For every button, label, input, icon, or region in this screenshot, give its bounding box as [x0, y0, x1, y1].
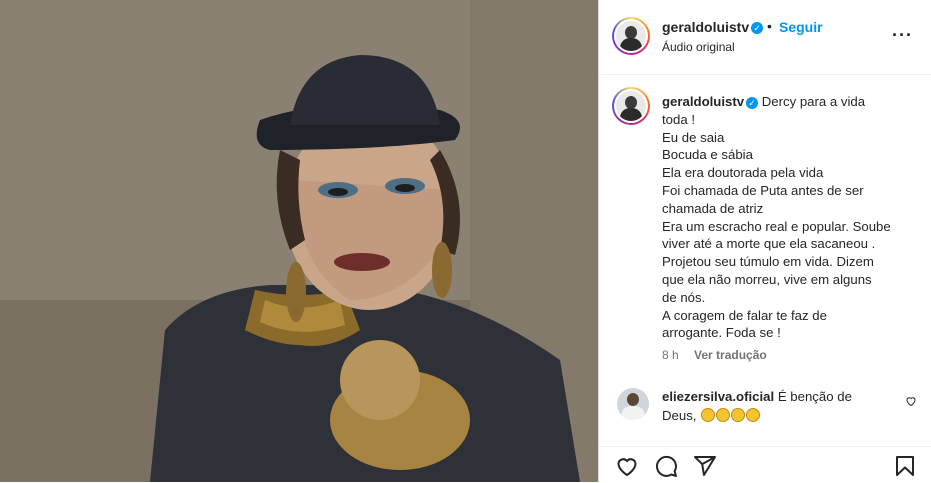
separator-dot: • — [767, 18, 772, 34]
caption-line: Projetou seu túmulo em vida. Dizem — [662, 254, 874, 270]
comment-text: É benção de — [777, 389, 852, 404]
verified-badge-icon: ✓ — [746, 96, 759, 109]
post-side-panel: geraldoluistv ✓ • Seguir Áudio original ·… — [598, 0, 931, 482]
caption-username[interactable]: geraldoluistv — [662, 94, 744, 109]
more-options-icon[interactable]: ··· — [892, 25, 913, 46]
caption-line: A coragem de falar te faz de — [662, 307, 827, 323]
caption-line: Dercy para a vida — [761, 94, 866, 109]
video-frame-image — [0, 0, 598, 482]
caption-line: Ela era doutorada pela vida — [662, 165, 824, 181]
caption-line: arrogante. Foda se ! — [662, 325, 781, 341]
follow-button[interactable]: Seguir — [779, 19, 823, 35]
post-action-bar — [599, 446, 931, 483]
post-header: geraldoluistv ✓ • Seguir Áudio original ·… — [599, 0, 931, 75]
caption-meta: 8 h Ver tradução — [662, 348, 767, 362]
caption-line: chamada de atriz — [662, 200, 764, 216]
caption-line: Era um escracho real e popular. Soube — [662, 218, 891, 234]
caption-line: toda ! — [662, 111, 695, 127]
author-avatar[interactable] — [612, 17, 650, 55]
verified-badge-icon: ✓ — [751, 22, 764, 35]
commenter-avatar[interactable] — [617, 388, 649, 420]
comment-text: Deus, — [662, 408, 697, 423]
see-translation-button[interactable]: Ver tradução — [694, 348, 767, 362]
comment-item: eliezersilva.oficial É benção de Deus, — [662, 387, 902, 425]
comment-heart-icon[interactable] — [905, 395, 917, 407]
post-timestamp[interactable]: 8 h — [662, 348, 679, 362]
caption-line: viver até a morte que ela sacaneou . — [662, 236, 876, 252]
instagram-post: geraldoluistv ✓ • Seguir Áudio original ·… — [0, 0, 931, 482]
comment-icon[interactable] — [654, 454, 678, 478]
caption-author-avatar[interactable] — [612, 87, 650, 125]
audio-label[interactable]: Áudio original — [662, 40, 735, 54]
caption-line: Foi chamada de Puta antes de ser — [662, 182, 864, 198]
bookmark-icon[interactable] — [893, 454, 917, 478]
caption-line: de nós. — [662, 289, 706, 305]
post-caption: geraldoluistv ✓ Dercy para a vida toda ! … — [662, 93, 914, 342]
caption-line: Bocuda e sábia — [662, 147, 753, 163]
author-avatar-image — [616, 21, 646, 51]
author-username[interactable]: geraldoluistv ✓ — [662, 19, 764, 35]
heart-icon[interactable] — [615, 454, 639, 478]
caption-author-avatar-image — [616, 91, 646, 121]
share-icon[interactable] — [693, 454, 717, 478]
clapping-hands-icon — [700, 408, 761, 423]
post-video[interactable] — [0, 0, 598, 482]
commenter-username[interactable]: eliezersilva.oficial — [662, 389, 774, 404]
caption-line: Eu de saia — [662, 129, 725, 145]
caption-line: que ela não morreu, vive em alguns — [662, 271, 872, 287]
